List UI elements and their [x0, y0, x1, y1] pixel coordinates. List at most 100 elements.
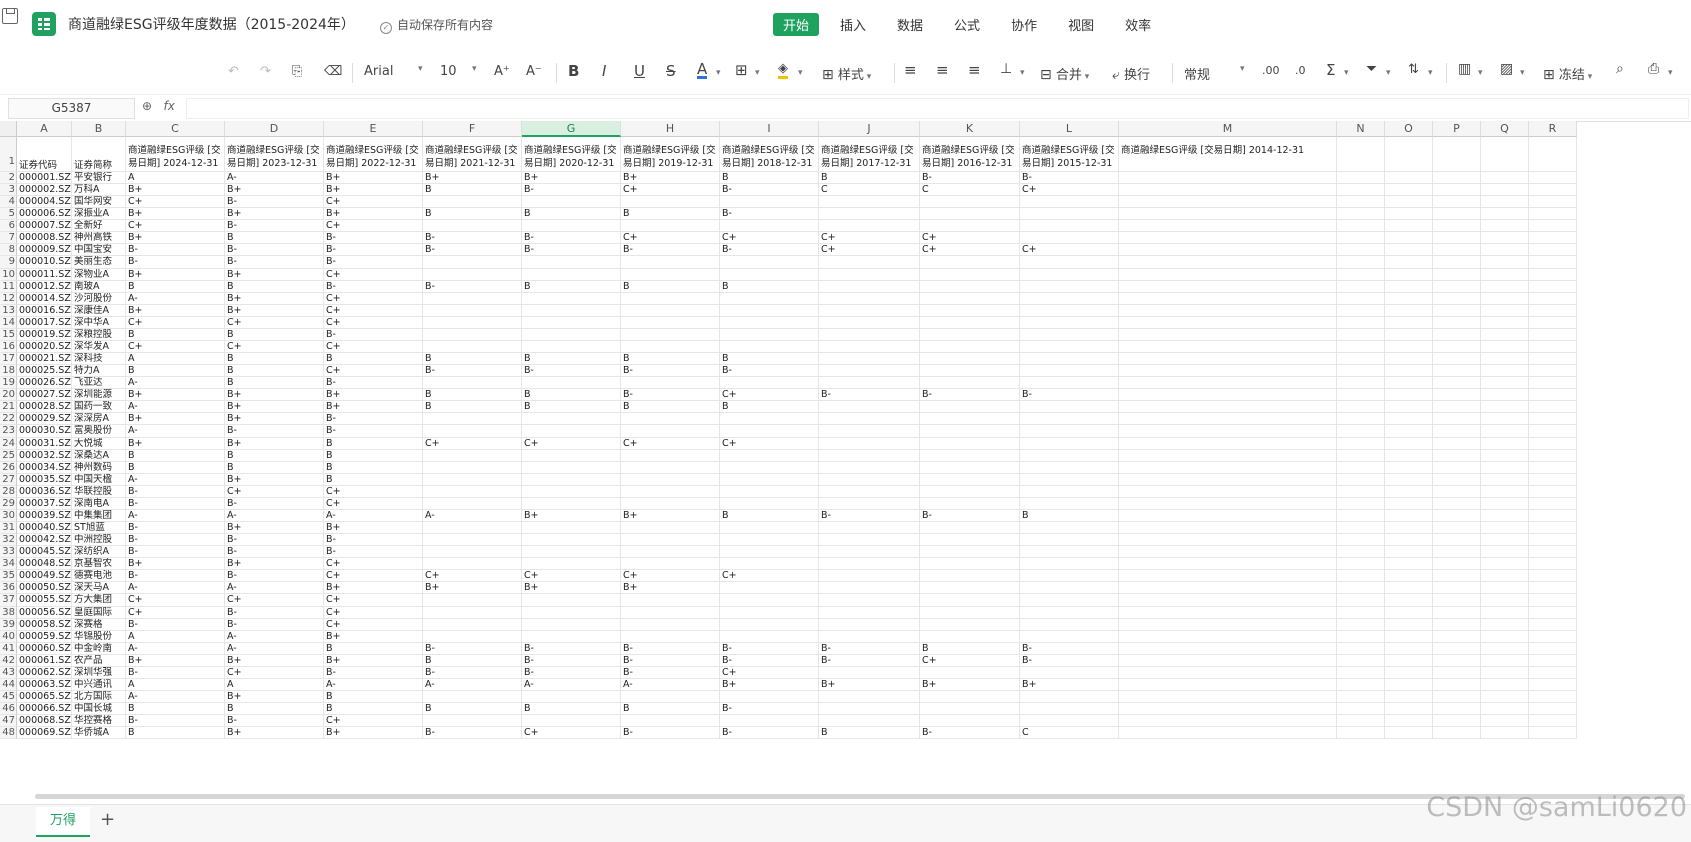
- grid-cell[interactable]: B: [1020, 509, 1119, 523]
- grid-cell[interactable]: 000001.SZ: [17, 172, 72, 185]
- grid-cell[interactable]: [621, 630, 720, 643]
- grid-cell[interactable]: [819, 582, 920, 595]
- grid-cell[interactable]: A-: [126, 691, 225, 704]
- grid-cell[interactable]: [621, 292, 720, 305]
- grid-cell[interactable]: [423, 715, 522, 728]
- grid-cell[interactable]: [423, 461, 522, 474]
- grid-cell[interactable]: [423, 268, 522, 281]
- grid-cell[interactable]: B-: [1020, 642, 1119, 655]
- chevron-down-icon[interactable]: ▾: [1478, 68, 1483, 78]
- row-header[interactable]: 1: [0, 137, 17, 172]
- grid-cell[interactable]: [621, 618, 720, 631]
- grid-cell[interactable]: [1337, 365, 1385, 378]
- grid-cell[interactable]: A: [225, 678, 324, 691]
- grid-cell[interactable]: 000011.SZ: [17, 268, 72, 281]
- search-icon[interactable]: ⌕: [1616, 61, 1624, 77]
- menu-item[interactable]: 视图: [1058, 13, 1104, 36]
- column-header[interactable]: G: [522, 121, 621, 137]
- grid-cell[interactable]: [1481, 582, 1529, 595]
- grid-cell[interactable]: [522, 558, 621, 571]
- grid-cell[interactable]: [1433, 268, 1481, 281]
- formula-input[interactable]: [186, 98, 1689, 119]
- grid-cell[interactable]: [1119, 280, 1337, 293]
- grid-cell[interactable]: [1529, 328, 1577, 341]
- grid-cell[interactable]: B-: [225, 618, 324, 631]
- grid-cell[interactable]: [621, 425, 720, 438]
- grid-cell[interactable]: 000025.SZ: [17, 365, 72, 378]
- sort-icon[interactable]: ⇅: [1408, 62, 1419, 77]
- grid-cell[interactable]: [423, 546, 522, 559]
- grid-cell[interactable]: A-: [423, 509, 522, 523]
- grid-cell[interactable]: A-: [126, 473, 225, 486]
- grid-cell[interactable]: C+: [324, 594, 423, 607]
- grid-cell[interactable]: B: [324, 353, 423, 366]
- grid-cell[interactable]: 中金岭南: [72, 642, 126, 655]
- grid-cell[interactable]: B: [126, 280, 225, 293]
- font-family-select[interactable]: Arial ▾: [364, 64, 426, 79]
- grid-cell[interactable]: [920, 449, 1020, 462]
- grid-cell[interactable]: [1433, 340, 1481, 354]
- grid-cell[interactable]: B-: [1020, 389, 1119, 402]
- row-header[interactable]: 15: [0, 328, 17, 341]
- grid-cell[interactable]: C+: [423, 570, 522, 583]
- grid-cell[interactable]: [1020, 449, 1119, 462]
- grid-cell[interactable]: B-: [920, 727, 1020, 740]
- grid-cell[interactable]: [920, 546, 1020, 559]
- header-cell[interactable]: 证券简称: [72, 137, 126, 172]
- grid-cell[interactable]: [720, 413, 819, 426]
- grid-cell[interactable]: [1119, 172, 1337, 185]
- grid-cell[interactable]: [1337, 389, 1385, 402]
- grid-cell[interactable]: 神州数码: [72, 461, 126, 474]
- grid-cell[interactable]: 000062.SZ: [17, 666, 72, 679]
- align-left-icon[interactable]: ≡: [904, 61, 917, 79]
- grid-cell[interactable]: [1337, 353, 1385, 366]
- grid-cell[interactable]: [1385, 377, 1433, 390]
- grid-cell[interactable]: [621, 558, 720, 571]
- grid-cell[interactable]: [1481, 534, 1529, 547]
- grid-cell[interactable]: [920, 461, 1020, 474]
- grid-cell[interactable]: [621, 377, 720, 390]
- grid-cell[interactable]: [1385, 558, 1433, 571]
- grid-cell[interactable]: [920, 401, 1020, 414]
- grid-cell[interactable]: [1529, 594, 1577, 607]
- grid-cell[interactable]: B+: [126, 184, 225, 197]
- grid-cell[interactable]: [1481, 509, 1529, 523]
- grid-cell[interactable]: [1119, 244, 1337, 257]
- merge-button[interactable]: ⊟ 合并 ▾: [1040, 64, 1089, 83]
- wrap-text-button[interactable]: ⤶ 换行: [1112, 64, 1150, 83]
- grid-cell[interactable]: [720, 425, 819, 438]
- grid-cell[interactable]: [1433, 630, 1481, 643]
- grid-cell[interactable]: 000055.SZ: [17, 594, 72, 607]
- grid-cell[interactable]: [720, 473, 819, 486]
- header-cell[interactable]: 商道融绿ESG评级 [交易日期] 2016-12-31: [920, 137, 1020, 172]
- grid-cell[interactable]: 京基智农: [72, 558, 126, 571]
- row-header[interactable]: 17: [0, 353, 17, 366]
- grid-cell[interactable]: [1433, 485, 1481, 498]
- grid-cell[interactable]: 国药一致: [72, 401, 126, 414]
- grid-cell[interactable]: [1337, 292, 1385, 305]
- grid-cell[interactable]: [522, 413, 621, 426]
- grid-cell[interactable]: C+: [324, 618, 423, 631]
- grid-cell[interactable]: C+: [126, 594, 225, 607]
- grid-cell[interactable]: [1481, 437, 1529, 450]
- grid-cell[interactable]: [819, 328, 920, 341]
- grid-cell[interactable]: [1529, 691, 1577, 704]
- row-header[interactable]: 7: [0, 232, 17, 245]
- grid-cell[interactable]: [1337, 570, 1385, 583]
- grid-cell[interactable]: 000045.SZ: [17, 546, 72, 559]
- grid-cell[interactable]: 000021.SZ: [17, 353, 72, 366]
- grid-cell[interactable]: [423, 497, 522, 510]
- align-right-icon[interactable]: ≡: [968, 61, 981, 79]
- row-header[interactable]: 3: [0, 184, 17, 197]
- grid-cell[interactable]: B-: [522, 232, 621, 245]
- row-header[interactable]: 19: [0, 377, 17, 390]
- grid-cell[interactable]: 全新好: [72, 220, 126, 233]
- grid-cell[interactable]: [522, 534, 621, 547]
- grid-cell[interactable]: [1433, 425, 1481, 438]
- grid-cell[interactable]: [1119, 340, 1337, 354]
- grid-cell[interactable]: [1337, 328, 1385, 341]
- grid-cell[interactable]: [1119, 316, 1337, 329]
- grid-cell[interactable]: B-: [920, 389, 1020, 402]
- grid-cell[interactable]: B: [126, 727, 225, 740]
- grid-cell[interactable]: [720, 558, 819, 571]
